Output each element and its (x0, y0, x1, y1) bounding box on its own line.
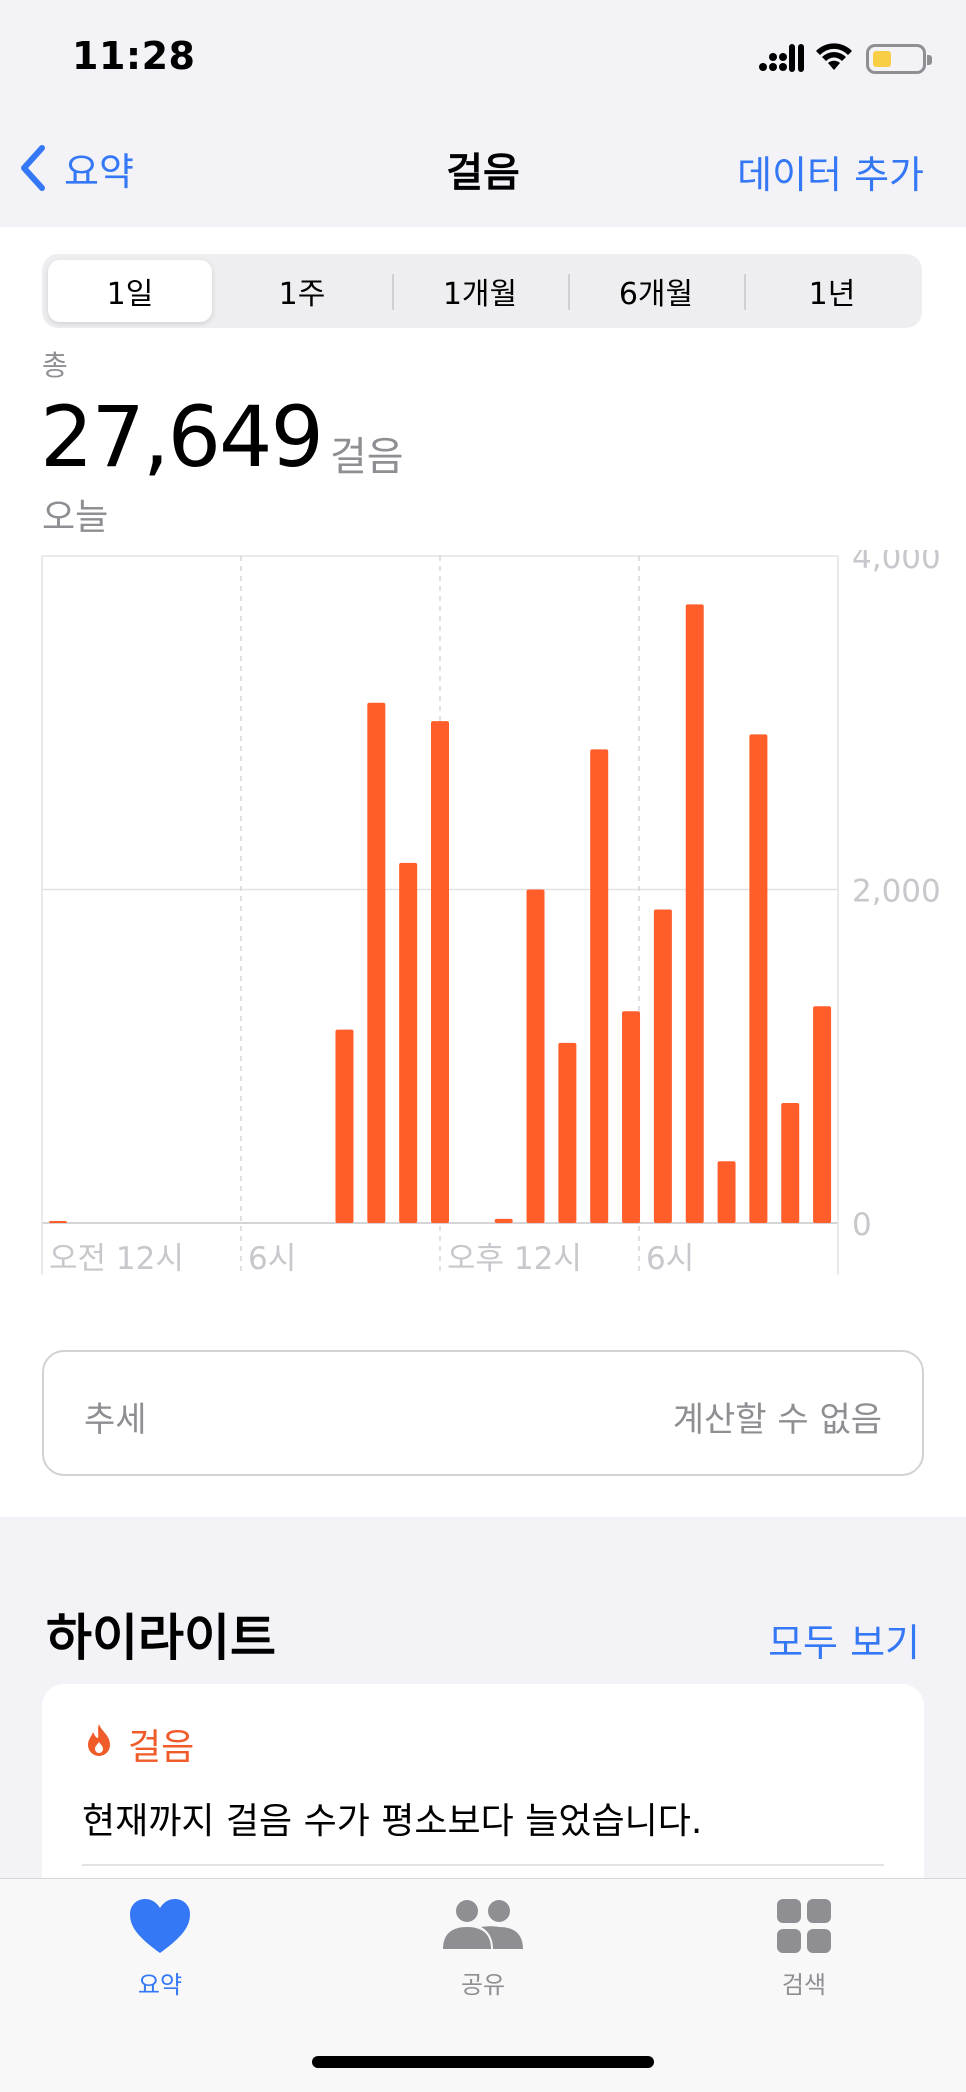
y-tick-label: 4,000 (852, 550, 941, 576)
segment-1-week[interactable]: 1주 (218, 260, 386, 322)
time-range-segmented-control: 1일 1주 1개월 6개월 1년 (42, 254, 922, 328)
trend-row[interactable]: 추세 계산할 수 없음 (42, 1350, 924, 1476)
bar (653, 909, 672, 1223)
bar (622, 1011, 641, 1223)
battery-icon (866, 44, 932, 74)
segment-6-months[interactable]: 6개월 (572, 260, 740, 322)
bar (494, 1218, 513, 1223)
status-time: 11:28 (72, 34, 196, 78)
tab-browse[interactable]: 검색 (724, 1897, 884, 2000)
bar (717, 1161, 736, 1223)
tab-summary[interactable]: 요약 (80, 1897, 240, 2000)
trend-value: 계산할 수 없음 (672, 1400, 882, 1440)
summary-label: 총 (42, 349, 68, 382)
x-tick-label: 6시 (646, 1241, 694, 1277)
flame-icon (84, 1722, 114, 1762)
divider (82, 1864, 884, 1866)
bar (48, 1221, 67, 1223)
y-tick-label: 0 (852, 1207, 872, 1243)
segment-1-month[interactable]: 1개월 (396, 260, 564, 322)
home-indicator (312, 2056, 654, 2068)
summary-date: 오늘 (42, 497, 109, 538)
segment-divider (392, 274, 394, 310)
bar (685, 604, 704, 1223)
cellular-signal-icon (758, 44, 804, 76)
bar (367, 702, 386, 1223)
y-tick-label: 2,000 (852, 874, 941, 910)
summary-value: 27,649 (40, 388, 324, 486)
grid-icon (777, 1899, 831, 1953)
segment-divider (568, 274, 570, 310)
highlight-text: 현재까지 걸음 수가 평소보다 늘었습니다. (82, 1801, 703, 1842)
wifi-icon (814, 42, 854, 76)
bar (781, 1102, 800, 1223)
bar (558, 1042, 577, 1223)
summary-unit: 걸음 (330, 434, 404, 480)
show-all-link[interactable]: 모두 보기 (768, 1612, 920, 1667)
bar (813, 1006, 832, 1223)
tab-label: 공유 (460, 1971, 506, 1999)
highlights-title: 하이라이트 (46, 1609, 276, 1667)
segment-1-day[interactable]: 1일 (48, 260, 212, 322)
bar (590, 749, 609, 1223)
steps-bar-chart[interactable]: 4,000 2,000 0 오전 12시 6시 오후 12시 6시 (40, 540, 960, 1284)
people-icon (443, 1900, 523, 1949)
segment-divider (744, 274, 746, 310)
x-tick-label: 오후 12시 (447, 1241, 582, 1277)
tab-label: 검색 (781, 1971, 827, 1999)
tab-label: 요약 (137, 1971, 183, 1999)
bar (431, 721, 449, 1223)
x-tick-label: 오전 12시 (49, 1241, 184, 1277)
highlight-category: 걸음 (128, 1727, 195, 1768)
bar (335, 1029, 354, 1223)
segment-1-year[interactable]: 1년 (748, 260, 916, 322)
heart-icon (130, 1899, 190, 1953)
bar (399, 862, 418, 1223)
tab-sharing[interactable]: 공유 (403, 1897, 563, 2000)
bar (526, 889, 545, 1223)
x-tick-label: 6시 (248, 1241, 296, 1277)
add-data-button[interactable]: 데이터 추가 (737, 144, 924, 199)
trend-label: 추세 (84, 1400, 147, 1440)
bar (749, 734, 768, 1223)
